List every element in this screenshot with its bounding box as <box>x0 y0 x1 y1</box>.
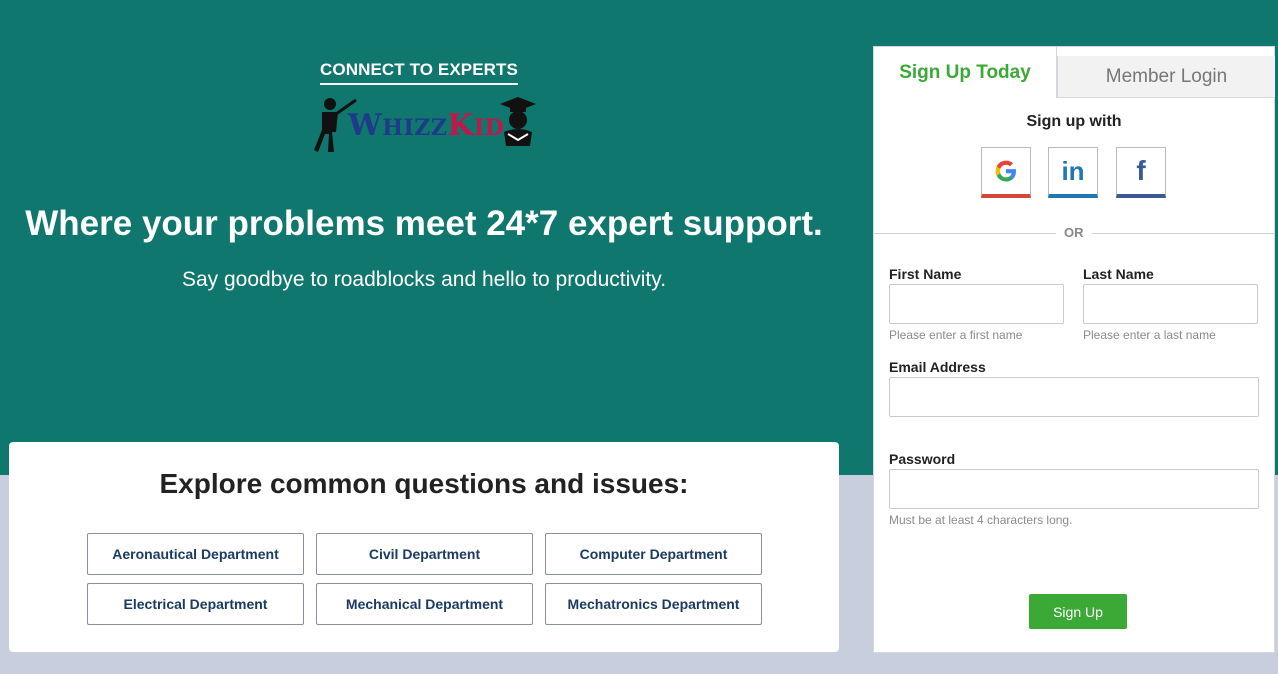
first-name-label: First Name <box>889 266 962 282</box>
tab-sign-up[interactable]: Sign Up Today <box>873 46 1057 98</box>
whizzkid-logo[interactable]: WHIZZKID <box>312 94 537 156</box>
page-subheadline: Say goodbye to roadblocks and hello to p… <box>181 268 667 291</box>
facebook-icon: f <box>1136 155 1146 186</box>
last-name-label: Last Name <box>1083 266 1154 282</box>
google-icon <box>995 160 1016 182</box>
signup-with-label: Sign up with <box>1026 113 1122 130</box>
linkedin-signup-button[interactable]: in <box>1048 147 1098 198</box>
dept-aeronautical-button[interactable]: Aeronautical Department <box>87 533 304 575</box>
explore-title: Explore common questions and issues: <box>159 468 689 499</box>
dept-mechatronics-button[interactable]: Mechatronics Department <box>545 583 762 625</box>
tab-member-login[interactable]: Member Login <box>1057 56 1275 98</box>
linkedin-icon: in <box>1061 155 1085 186</box>
first-name-input[interactable] <box>889 284 1064 324</box>
brand-tagline: CONNECT TO EXPERTS <box>320 60 518 85</box>
first-name-hint: Please enter a first name <box>889 328 1023 342</box>
or-label: OR <box>1056 225 1092 240</box>
email-label: Email Address <box>889 359 986 375</box>
password-input[interactable] <box>889 469 1259 509</box>
dept-computer-button[interactable]: Computer Department <box>545 533 762 575</box>
facebook-signup-button[interactable]: f <box>1116 147 1166 198</box>
last-name-input[interactable] <box>1083 284 1258 324</box>
password-hint: Must be at least 4 characters long. <box>889 513 1073 527</box>
dept-mechanical-button[interactable]: Mechanical Department <box>316 583 533 625</box>
google-signup-button[interactable] <box>981 147 1031 198</box>
last-name-hint: Please enter a last name <box>1083 328 1216 342</box>
page-headline: Where your problems meet 24*7 expert sup… <box>25 204 823 243</box>
department-grid: Aeronautical Department Civil Department… <box>87 533 762 625</box>
dept-civil-button[interactable]: Civil Department <box>316 533 533 575</box>
sign-up-button[interactable]: Sign Up <box>1029 594 1127 629</box>
email-input[interactable] <box>889 377 1259 417</box>
dept-electrical-button[interactable]: Electrical Department <box>87 583 304 625</box>
password-label: Password <box>889 451 956 467</box>
logo-wordmark: WHIZZKID <box>348 108 505 143</box>
explore-card: Explore common questions and issues: Aer… <box>9 442 839 652</box>
signup-panel: Sign Up Today Member Login Sign up with … <box>873 46 1275 653</box>
